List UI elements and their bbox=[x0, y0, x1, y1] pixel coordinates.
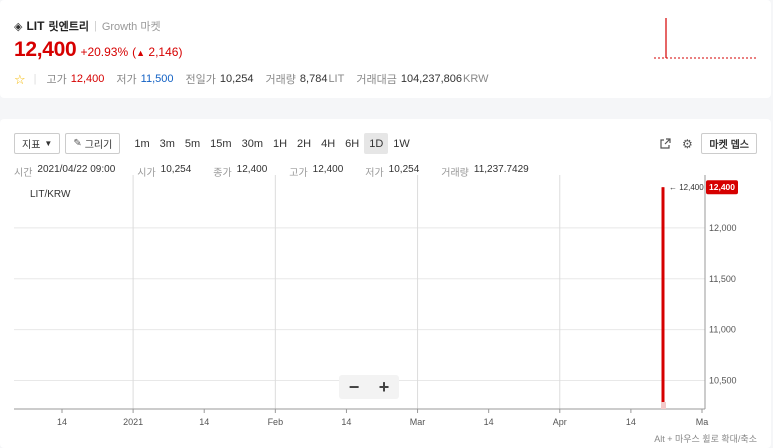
divider: | bbox=[33, 73, 37, 85]
x-tick-label: 2021 bbox=[123, 417, 143, 427]
volume-label: 거래량 bbox=[265, 74, 296, 86]
zoom-controls: − + bbox=[339, 375, 399, 399]
high-label: 고가 bbox=[46, 74, 67, 86]
change-amount: (▲ 2,146) bbox=[132, 45, 183, 59]
prev-close-value: 10,254 bbox=[219, 73, 254, 85]
volume-bar bbox=[661, 402, 666, 409]
x-tick-label: Feb bbox=[268, 417, 284, 427]
y-tick-label: 12,000 bbox=[709, 223, 737, 233]
y-tick-label: 10,500 bbox=[709, 376, 737, 386]
x-tick-label: 14 bbox=[626, 417, 636, 427]
y-tick-label: 11,000 bbox=[709, 325, 736, 335]
amount-unit: KRW bbox=[463, 73, 489, 85]
x-tick-label: Mar bbox=[410, 417, 426, 427]
zoom-out-button[interactable]: − bbox=[340, 375, 368, 399]
favorite-star-icon[interactable]: ☆ bbox=[14, 73, 26, 86]
amount-number: 104,237,806 bbox=[400, 73, 462, 85]
x-tick-label: Apr bbox=[553, 417, 567, 427]
zoom-in-button[interactable]: + bbox=[370, 375, 398, 399]
amount-value: 104,237,806KRW bbox=[401, 73, 489, 85]
market-label: Growth 마켓 bbox=[101, 21, 161, 33]
diamond-icon: ◈ bbox=[14, 20, 23, 33]
low-label: 저가 bbox=[116, 74, 137, 86]
prev-close-label: 전일가 bbox=[185, 74, 216, 86]
x-tick-label: 14 bbox=[484, 417, 494, 427]
ticker-symbol: LIT bbox=[26, 19, 45, 33]
x-tick-label: 14 bbox=[57, 417, 67, 427]
ticker-card: ◈ LIT 릿엔트리 | Growth 마켓 12,400 +20.93% (▲… bbox=[0, 0, 771, 98]
last-price-label: 12,400 bbox=[709, 182, 735, 192]
volume-value: 8,784LIT bbox=[300, 73, 344, 85]
x-tick-label: 14 bbox=[341, 417, 351, 427]
price-row: 12,400 +20.93% (▲ 2,146) bbox=[14, 38, 182, 62]
low-value: 11,500 bbox=[140, 73, 174, 85]
stats-row: ☆ | 고가 12,400 저가 11,500 전일가 10,254 거래량 8… bbox=[14, 71, 500, 87]
x-tick-label: 14 bbox=[199, 417, 209, 427]
high-value: 12,400 bbox=[70, 73, 105, 85]
chart-card: 지표 ▼ ✎ 그리기 1m 3m 5m 15m 30m 1H 2H 4H 6H 1D 1W ⚙ 마켓… bbox=[0, 119, 771, 448]
y-tick-label: 11,500 bbox=[709, 274, 736, 284]
candle-body bbox=[661, 187, 665, 409]
pair-label: LIT/KRW bbox=[30, 189, 71, 200]
max-price-marker: ← 12,400 bbox=[669, 183, 704, 192]
divider: | bbox=[93, 20, 97, 32]
zoom-hint: Alt + 마우스 휠로 확대/축소 bbox=[654, 434, 757, 444]
sparkline-chart bbox=[654, 18, 758, 59]
change-percent: +20.93% bbox=[80, 45, 129, 59]
amount-label: 거래대금 bbox=[356, 74, 397, 86]
volume-unit: LIT bbox=[328, 73, 345, 85]
volume-number: 8,784 bbox=[299, 73, 328, 85]
up-triangle-icon: ▲ bbox=[136, 48, 146, 58]
x-tick-label: Ma bbox=[696, 417, 709, 427]
current-price: 12,400 bbox=[14, 38, 77, 61]
ticker-title-row: ◈ LIT 릿엔트리 | Growth 마켓 bbox=[14, 18, 161, 34]
change-amount-value: 2,146 bbox=[148, 45, 179, 59]
ticker-name: 릿엔트리 bbox=[48, 21, 89, 33]
